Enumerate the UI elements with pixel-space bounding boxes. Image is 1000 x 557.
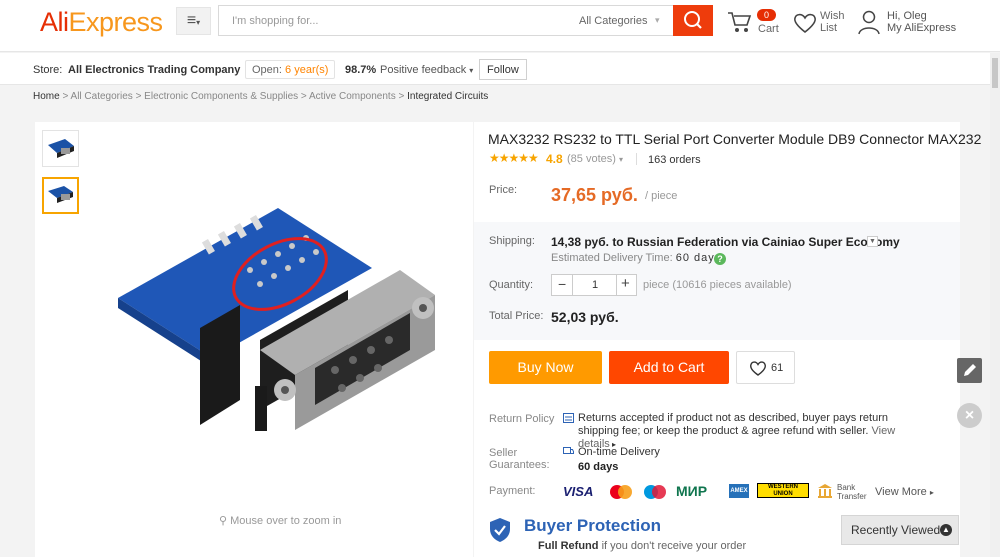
account-link[interactable]: Hi, Oleg My AliExpress: [887, 10, 956, 34]
add-to-cart-button[interactable]: Add to Cart: [609, 351, 729, 384]
close-icon[interactable]: ×: [957, 403, 982, 428]
follow-button[interactable]: Follow: [479, 59, 527, 80]
quantity-input[interactable]: 1: [592, 279, 598, 291]
add-to-wishlist-button[interactable]: 61: [736, 351, 795, 384]
price-label: Price:: [489, 184, 518, 196]
ontime-delivery: On-time Delivery: [578, 446, 660, 458]
chevron-down-icon: ▾: [469, 66, 474, 75]
view-more-link[interactable]: View More ▸: [875, 486, 934, 498]
gallery-thumbnail-selected[interactable]: [42, 177, 79, 214]
minus-icon[interactable]: −: [558, 276, 566, 292]
product-thumbnail-image: [48, 186, 73, 203]
breadcrumb-home[interactable]: Home: [33, 91, 60, 102]
product-main-image[interactable]: [110, 200, 450, 440]
estimated-delivery: Estimated Delivery Time: 60 days: [551, 252, 722, 264]
return-policy-icon: [563, 413, 574, 423]
plus-icon[interactable]: +: [621, 275, 630, 292]
shipping-label: Shipping:: [489, 235, 535, 247]
pencil-icon: [964, 364, 976, 376]
store-name-link[interactable]: All Electronics Trading Company: [68, 64, 240, 76]
shipping-info: 14,38 руб. to Russian Federation via Cai…: [551, 235, 900, 249]
search-bar: I'm shopping for... All Categories ▾: [218, 5, 674, 36]
chevron-down-icon[interactable]: ▼: [867, 236, 878, 247]
top-header: AliExpress ≡▾ I'm shopping for... All Ca…: [0, 0, 1000, 52]
bank-icon: [818, 484, 832, 498]
breadcrumb: Home > All Categories > Electronic Compo…: [33, 91, 488, 102]
search-input[interactable]: I'm shopping for...: [232, 15, 318, 27]
categories-menu-button[interactable]: ≡▾: [176, 7, 211, 35]
full-refund-text: Full Refund if you don't receive your or…: [538, 540, 747, 552]
store-label: Store:: [33, 64, 63, 76]
edit-feedback-button[interactable]: [957, 358, 982, 383]
search-category-select[interactable]: All Categories: [579, 15, 647, 27]
chevron-right-icon: ▸: [929, 488, 934, 497]
heart-icon[interactable]: [792, 11, 818, 35]
wish-list-link[interactable]: Wish List: [820, 10, 844, 34]
product-thumbnail-image: [48, 139, 74, 158]
magnifier-icon: ⚲: [219, 515, 228, 527]
buyer-protection-title: Buyer Protection: [524, 516, 661, 535]
store-bar: Store: All Electronics Trading Company O…: [0, 53, 1000, 85]
price-unit: / piece: [645, 190, 678, 202]
feedback-dropdown[interactable]: Positive feedback ▾: [380, 64, 473, 76]
heart-icon: [749, 361, 767, 376]
orders-count: 163 orders: [648, 154, 701, 166]
scrollbar[interactable]: [990, 53, 1000, 557]
store-open-badge: Open: 6 year(s): [245, 60, 336, 79]
help-icon[interactable]: ?: [714, 253, 726, 265]
cart-count-badge: 0: [757, 9, 776, 21]
aliexpress-logo[interactable]: AliExpress: [40, 7, 163, 38]
breadcrumb-path[interactable]: > All Categories > Electronic Components…: [62, 91, 404, 102]
mastercard-icon: [610, 485, 632, 499]
shield-check-icon: [490, 518, 510, 542]
cart-icon[interactable]: [727, 10, 753, 34]
chevron-up-icon[interactable]: ▲: [940, 524, 952, 536]
gallery-thumbnail[interactable]: [42, 130, 79, 167]
cart-link[interactable]: Cart: [758, 23, 779, 35]
visa-icon: VISA: [563, 484, 594, 499]
feedback-percent: 98.7%: [345, 64, 377, 76]
total-price-label: Total Price:: [489, 310, 544, 322]
ontime-delivery-days: 60 days: [578, 461, 619, 473]
rating-value: 4.8: [546, 152, 563, 166]
chevron-down-icon: ▾: [618, 155, 623, 164]
divider: [616, 275, 617, 295]
votes-dropdown[interactable]: (85 votes) ▾: [567, 153, 623, 165]
payment-label: Payment:: [489, 485, 536, 497]
divider: [636, 153, 637, 165]
bank-transfer-label: Bank Transfer: [837, 483, 867, 501]
rating-stars-icon: ★★★★★: [489, 151, 539, 165]
return-policy-label: Return Policy: [489, 413, 555, 425]
search-icon: [684, 11, 702, 29]
quantity-stepper: − 1 +: [551, 274, 637, 296]
buy-now-button[interactable]: Buy Now: [489, 351, 602, 384]
maestro-icon: [644, 485, 666, 499]
delivery-truck-icon: [563, 447, 574, 454]
availability-text: piece (10616 pieces available): [643, 279, 792, 291]
user-icon[interactable]: [858, 9, 880, 35]
zoom-hint: ⚲ Mouse over to zoom in: [219, 515, 342, 527]
wish-count: 61: [771, 362, 784, 374]
mir-icon: МИР: [676, 483, 708, 499]
scrollbar-thumb[interactable]: [992, 58, 998, 88]
product-price: 37,65 руб.: [551, 185, 638, 205]
total-price: 52,03 руб.: [551, 309, 619, 325]
search-button[interactable]: [673, 5, 713, 36]
amex-icon: AMEX: [729, 484, 749, 498]
breadcrumb-current[interactable]: Integrated Circuits: [407, 91, 488, 102]
seller-guarantees-label: Seller Guarantees:: [489, 447, 550, 471]
divider: [572, 275, 573, 295]
recently-viewed-panel[interactable]: Recently Viewed ▲: [841, 515, 959, 545]
western-union-icon: WESTERN UNION: [757, 483, 809, 498]
chevron-down-icon: ▾: [655, 15, 660, 25]
quantity-label: Quantity:: [489, 279, 534, 291]
product-title: MAX3232 RS232 to TTL Serial Port Convert…: [488, 131, 982, 147]
